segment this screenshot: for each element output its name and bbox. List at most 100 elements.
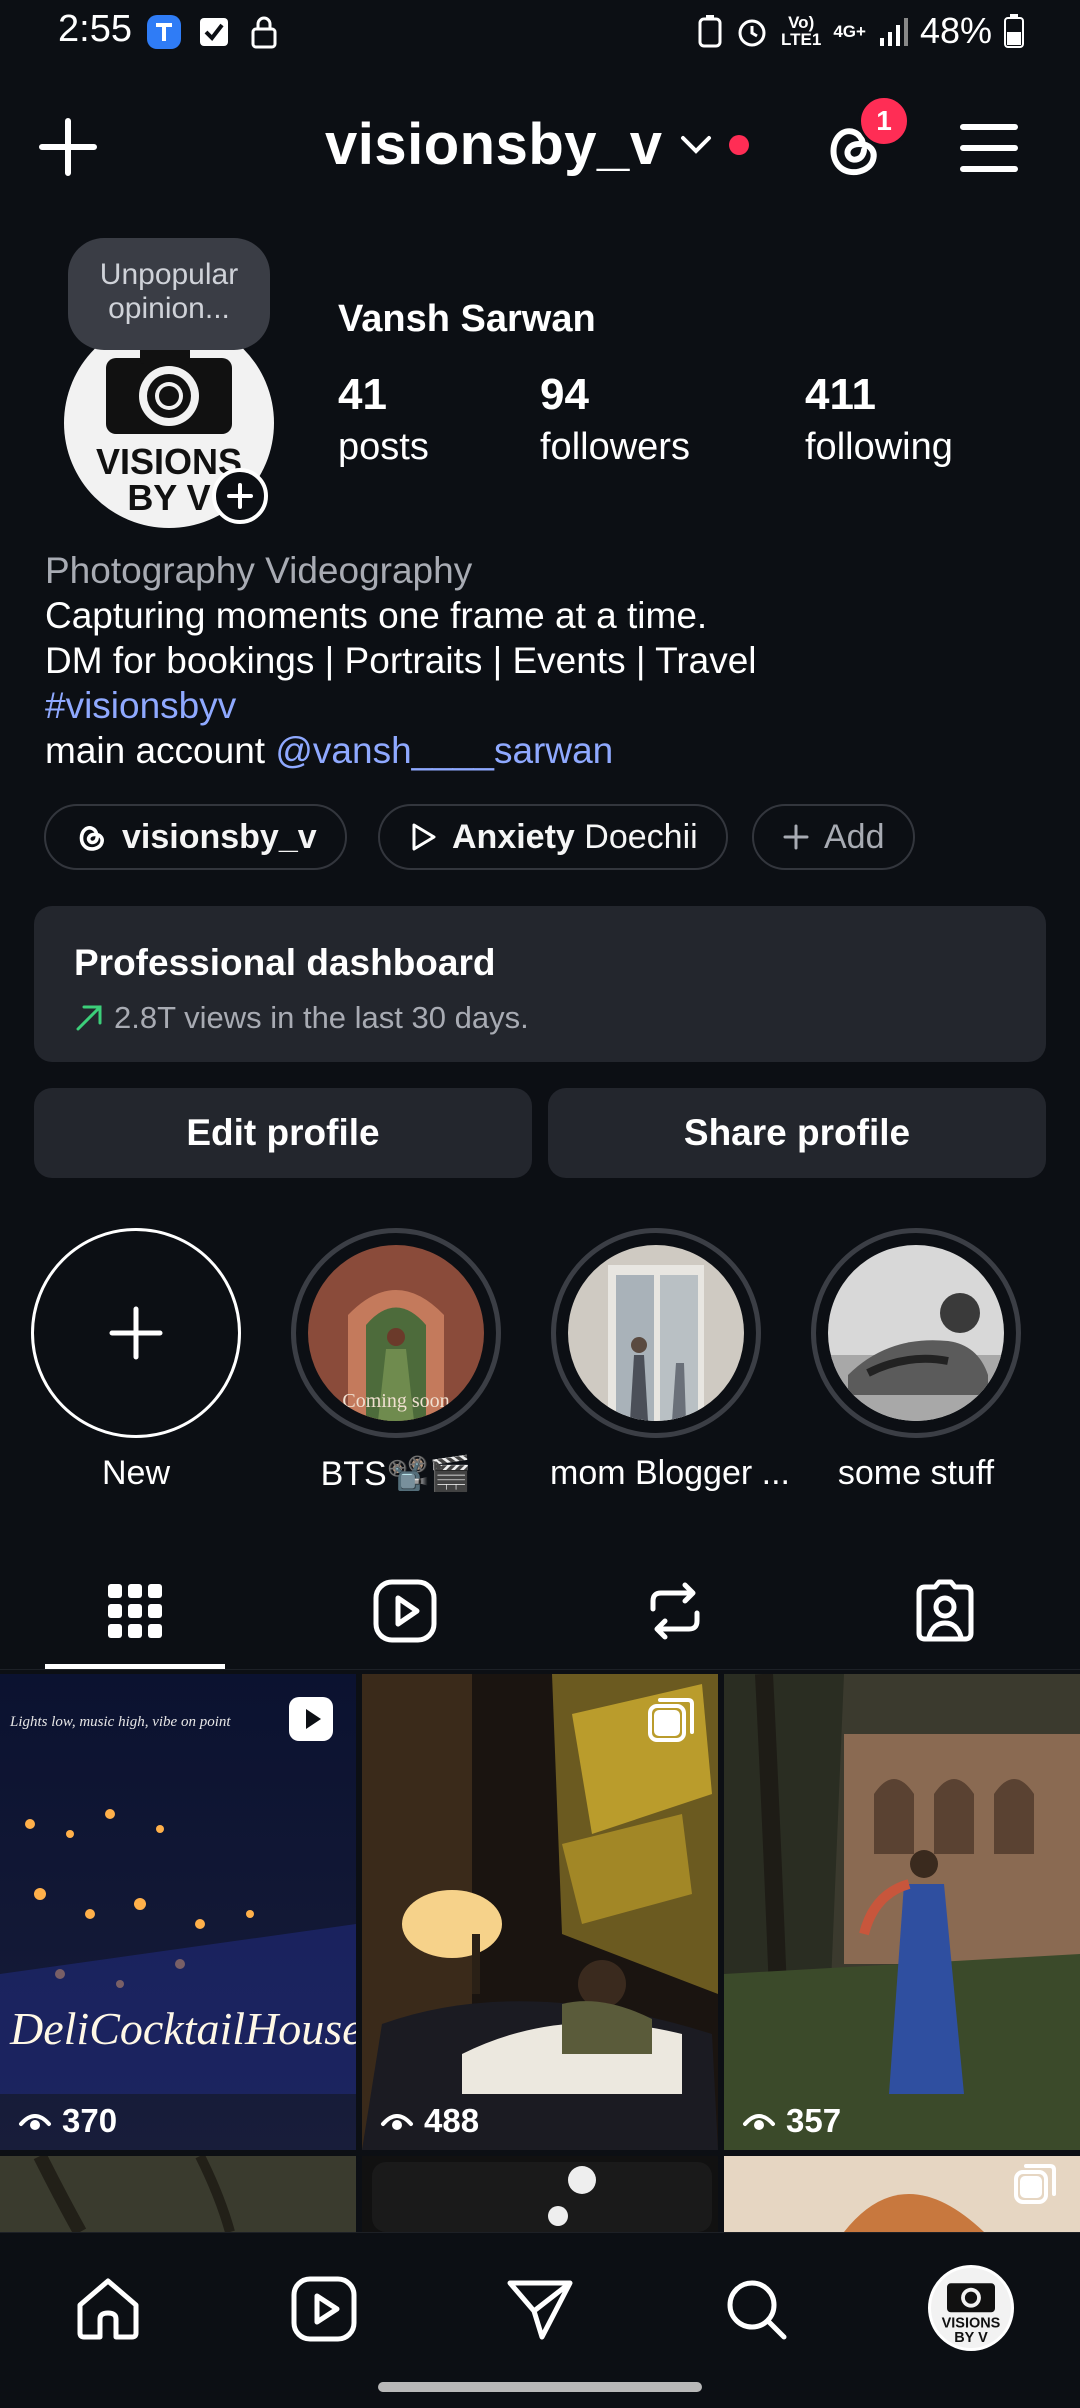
plus-icon [227,483,253,509]
dashboard-views-text: 2.8T views in the last 30 days. [114,1000,529,1035]
plus-icon [783,824,809,850]
view-count-value: 488 [424,2102,480,2139]
bio-hashtag[interactable]: #visionsbyv [45,683,757,728]
status-time: 2:55 [58,8,132,50]
carousel-badge [648,1696,696,1749]
view-count-value: 370 [62,2102,118,2139]
chevron-down-icon [680,135,711,154]
highlight-cover: Coming soon [308,1245,484,1421]
nav-search[interactable] [716,2269,796,2349]
stat-label: posts [338,426,429,468]
bio-category: Photography Videography [45,550,473,591]
chip-label: Add [824,817,885,856]
professional-dashboard[interactable]: Professional dashboard 2.8T views in the… [34,906,1046,1062]
nav-avatar-text-line1: VISIONS [942,2315,1001,2331]
gesture-home-indicator[interactable] [378,2382,702,2392]
reel-badge [288,1696,334,1747]
account-switcher[interactable]: visionsby_v [325,111,749,178]
plus-icon [109,1306,163,1360]
tab-reposts[interactable] [640,1576,710,1646]
view-count: 488 [380,2102,479,2140]
tab-tagged[interactable] [910,1576,980,1646]
nav-avatar-text-line2: BY V [954,2330,988,2346]
menu-button[interactable] [956,117,1022,179]
highlight-bts[interactable]: Coming soon BTS📽️🎬 [290,1228,502,1494]
tab-posts-grid[interactable] [100,1576,170,1646]
eye-icon [19,2114,51,2130]
eye-icon [381,2114,413,2130]
stat-value: 94 [540,370,589,419]
play-icon [412,823,436,851]
tagged-person-icon [916,1579,974,1642]
profile-content-tabs [0,1556,1080,1670]
nav-reels[interactable] [284,2269,364,2349]
home-icon [77,2278,139,2340]
nav-messages[interactable] [500,2269,580,2349]
add-story-button[interactable] [212,468,268,524]
reels-icon [291,2276,357,2342]
post-tile[interactable]: Lights low, music high, vibe on point De… [0,1674,356,2150]
profile-bio: Photography Videography Capturing moment… [45,548,757,773]
bio-line: DM for bookings | Portraits | Events | T… [45,640,757,681]
profile-header-bar: visionsby_v 1 [0,95,1080,205]
header-username: visionsby_v [325,112,663,177]
signal-icon [879,18,908,46]
alarm-icon [738,19,766,47]
view-count: 357 [742,2102,841,2140]
highlight-label: New [101,1454,171,1492]
status-bar: 2:55 Vo) LTE1 4G+ 48% [0,0,1080,70]
lock-icon [246,14,282,50]
profile-note[interactable]: Unpopular opinion... [68,238,270,350]
highlight-ring [551,1228,761,1438]
highlight-ring [31,1228,241,1438]
carousel-icon [648,1698,694,1742]
highlight-new[interactable]: New [30,1228,242,1493]
highlight-some-stuff[interactable]: some stuff [810,1228,1022,1493]
post-tile[interactable]: 357 [724,1674,1080,2150]
avatar-text-line2: BY V [127,477,210,518]
search-icon [727,2280,787,2340]
music-title: Anxiety [452,817,575,856]
neon-sign-text: DeliCocktailHouse [9,2003,356,2054]
add-link-chip[interactable]: Add [752,804,915,870]
music-info: Anxiety Doechii [452,818,698,857]
active-tab-indicator [45,1664,225,1669]
chip-label: visionsby_v [122,817,317,856]
nav-profile-avatar[interactable]: VISIONS BY V [928,2265,1014,2351]
music-artist: Doechii [584,817,698,856]
create-plus-button[interactable] [36,115,100,179]
battery-saver-icon [698,15,722,48]
nav-home[interactable] [68,2269,148,2349]
highlight-mom-blogger[interactable]: mom Blogger ... [550,1228,790,1493]
post-tile[interactable] [362,2156,718,2232]
display-name: Vansh Sarwan [338,298,596,340]
checkbox-icon [196,14,232,50]
reel-play-icon [289,1697,333,1741]
posts-count[interactable]: 41 posts [338,370,429,469]
tab-reels[interactable] [370,1576,440,1646]
bio-line: main account @vansh____sarwan [45,728,757,773]
edit-profile-button[interactable]: Edit profile [34,1088,532,1178]
highlight-label: mom Blogger ... [550,1454,790,1492]
highlight-label: BTS📽️🎬 [320,1455,472,1493]
post-tile[interactable] [0,2156,356,2232]
view-count-value: 357 [786,2102,842,2139]
threads-profile-chip[interactable]: visionsby_v [44,804,347,870]
profile-music-chip[interactable]: Anxiety Doechii [378,804,728,870]
battery-icon [1004,14,1024,48]
highlight-label: some stuff [837,1454,995,1492]
post-tile[interactable]: 488 [362,1674,718,2150]
highlight-cover [828,1245,1004,1421]
repost-icon [650,1582,700,1640]
bio-mention[interactable]: @vansh____sarwan [275,730,613,771]
followers-count[interactable]: 94 followers [540,370,690,469]
stat-label: following [805,426,953,468]
post-tile[interactable] [724,2156,1080,2232]
send-direct-icon [507,2280,573,2340]
threads-icon [79,826,104,851]
following-count[interactable]: 411 following [805,370,953,469]
status-left-icons [146,14,282,50]
trending-up-arrow-icon [76,1005,102,1031]
highlight-ring [811,1228,1021,1438]
share-profile-button[interactable]: Share profile [548,1088,1046,1178]
